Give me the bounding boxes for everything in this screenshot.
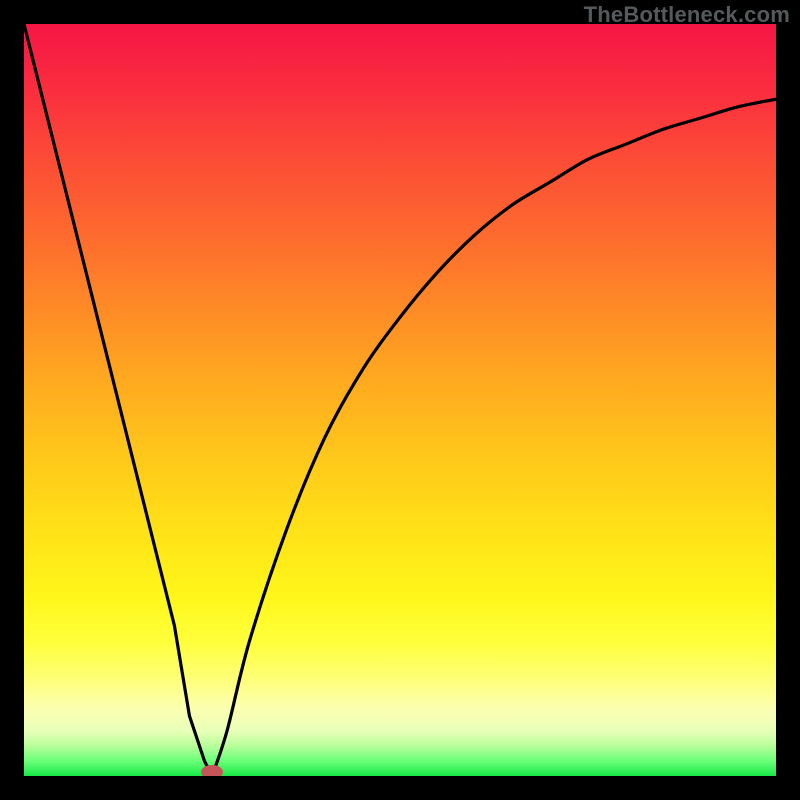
- minimum-marker: [201, 765, 223, 776]
- chart-frame: TheBottleneck.com: [0, 0, 800, 800]
- curve-svg: [24, 24, 776, 776]
- watermark-text: TheBottleneck.com: [584, 2, 790, 28]
- plot-area: [24, 24, 776, 776]
- bottleneck-curve: [24, 24, 776, 776]
